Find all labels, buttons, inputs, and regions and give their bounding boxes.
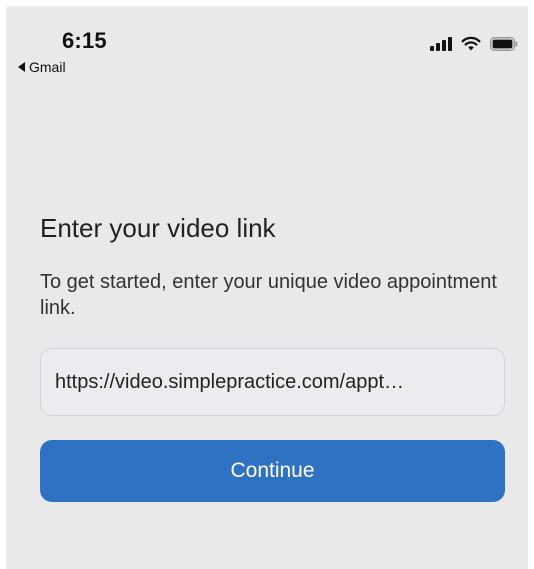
instructions-text: To get started, enter your unique video … [40,271,497,319]
status-time: 6:15 [62,28,107,53]
status-icons [430,36,518,51]
video-link-input[interactable]: https://video.simplepractice.com/appt… [40,348,505,416]
app-screen: 6:15 Gmail Enter your video link To get … [6,6,528,569]
back-app-label: Gmail [29,59,66,75]
battery-icon [490,36,518,51]
back-to-app-link[interactable]: Gmail [18,59,66,75]
signal-icon [430,36,452,51]
back-triangle-icon [18,62,25,72]
continue-button[interactable]: Continue [40,440,505,502]
wifi-icon [461,36,481,51]
page-title: Enter your video link [40,213,276,243]
